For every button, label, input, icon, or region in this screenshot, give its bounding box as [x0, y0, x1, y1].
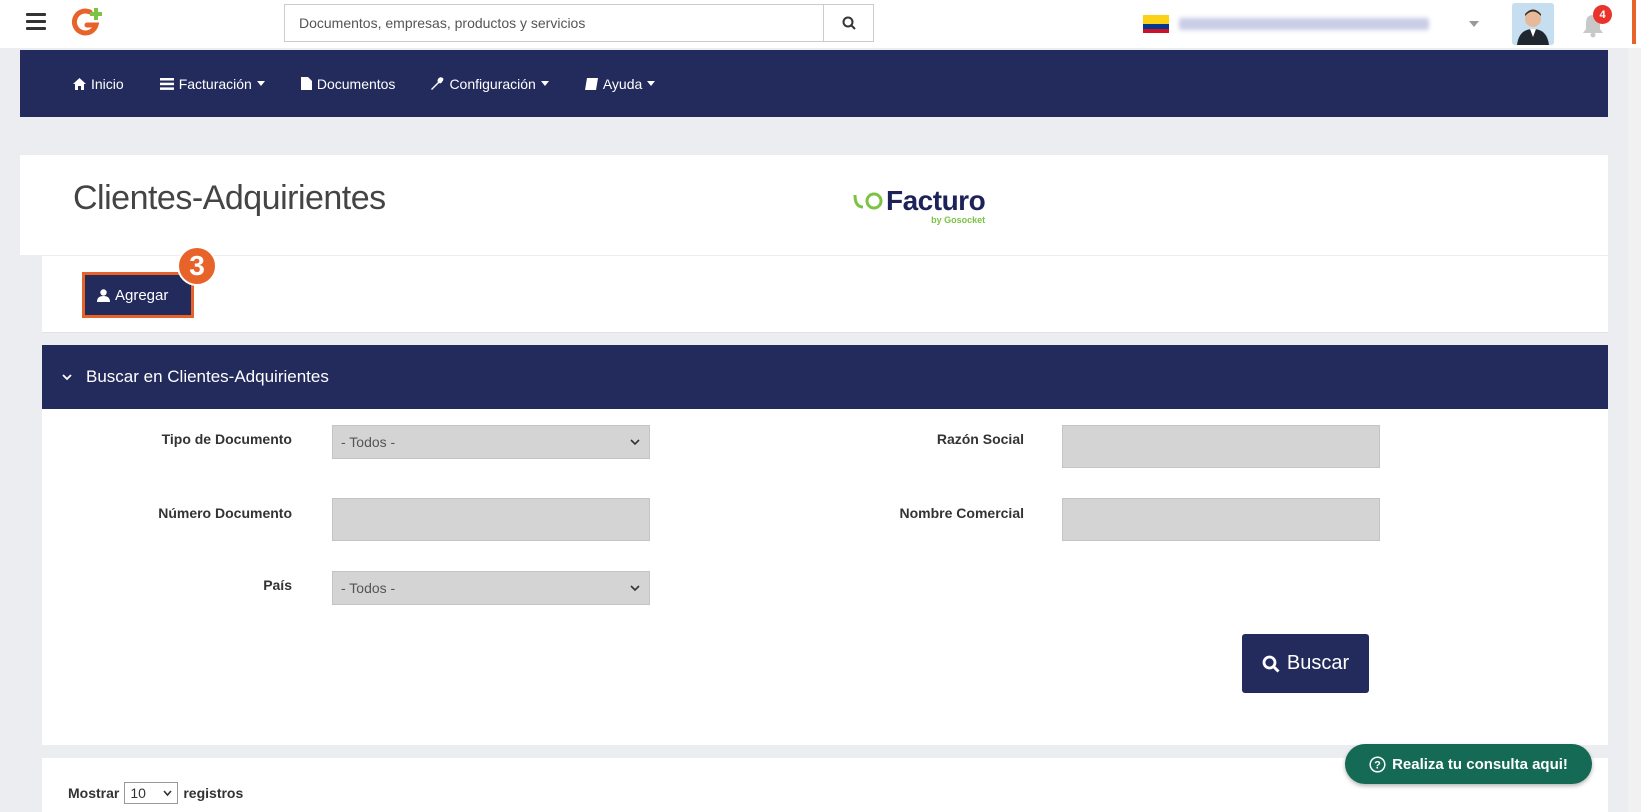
colombia-flag-icon: [1143, 15, 1169, 33]
top-bar: 4: [0, 0, 1641, 48]
nav-item-documentos[interactable]: Documentos: [300, 75, 396, 92]
svg-text:?: ?: [1374, 759, 1381, 771]
pais-label: País: [263, 577, 292, 593]
chevron-down-icon: [1469, 21, 1479, 27]
page-header: Clientes-Adquirientes Facturo by Gosocke…: [20, 155, 1608, 255]
user-icon: [97, 288, 110, 302]
chevron-down-icon: [62, 373, 72, 380]
company-selector[interactable]: [1143, 6, 1503, 42]
numero-documento-input[interactable]: [332, 498, 650, 541]
pais-select[interactable]: - Todos -: [332, 571, 650, 605]
page-length-select[interactable]: 10: [124, 782, 179, 804]
edge-accent: [1632, 0, 1636, 44]
main-navbar: Inicio Facturación Documentos Configurac…: [20, 50, 1608, 117]
file-icon: [300, 77, 312, 90]
add-button-label: Agregar: [115, 286, 169, 304]
chevron-down-icon: [630, 585, 640, 592]
notification-count-badge: 4: [1593, 5, 1612, 24]
facturo-logo: Facturo by Gosocket: [852, 185, 986, 225]
numero-documento-label: Número Documento: [158, 505, 292, 521]
search-panel: Buscar en Clientes-Adquirientes Tipo de …: [42, 345, 1608, 745]
search-icon: [1262, 655, 1280, 673]
search-button[interactable]: [823, 5, 873, 41]
caret-down-icon: [256, 81, 265, 86]
book-icon: [584, 77, 598, 90]
chevron-down-icon: [630, 439, 640, 446]
facturo-mark-icon: [853, 192, 883, 210]
razon-social-label: Razón Social: [936, 431, 1024, 447]
page-length-value: 10: [130, 785, 146, 801]
nombre-comercial-label: Nombre Comercial: [899, 505, 1024, 521]
nav-item-facturacion[interactable]: Facturación: [159, 75, 265, 92]
nav-label: Facturación: [178, 75, 252, 92]
nav-label: Documentos: [316, 75, 396, 92]
search-input[interactable]: [285, 5, 823, 41]
list-icon: [159, 77, 174, 90]
search-panel-title: Buscar en Clientes-Adquirientes: [86, 367, 329, 386]
nav-label: Inicio: [91, 75, 124, 92]
chevron-down-icon: [163, 790, 172, 797]
search-icon: [842, 16, 856, 30]
tipo-documento-select[interactable]: - Todos -: [332, 425, 650, 459]
nav-label: Configuración: [449, 75, 536, 92]
razon-social-input[interactable]: [1062, 425, 1380, 468]
nav-item-configuracion[interactable]: Configuración: [431, 75, 549, 92]
brand-name: Facturo: [886, 185, 986, 216]
hamburger-menu-icon[interactable]: [26, 13, 46, 30]
gosocket-logo[interactable]: [70, 6, 106, 38]
wrench-icon: [431, 77, 444, 90]
page-title: Clientes-Adquirientes: [73, 179, 386, 217]
home-icon: [73, 77, 86, 90]
pais-value: - Todos -: [341, 580, 396, 596]
search-submit-button[interactable]: Buscar: [1242, 634, 1369, 693]
help-label: Realiza tu consulta aqui!: [1392, 755, 1568, 773]
caret-down-icon: [647, 81, 656, 86]
nav-item-inicio[interactable]: Inicio: [73, 76, 124, 92]
nav-label: Ayuda: [602, 75, 643, 92]
company-name-redacted: [1179, 18, 1429, 30]
help-chat-button[interactable]: ? Realiza tu consulta aqui!: [1345, 744, 1592, 784]
caret-down-icon: [540, 81, 549, 86]
add-client-button[interactable]: Agregar: [82, 272, 194, 318]
records-label: registros: [183, 785, 244, 801]
search-submit-label: Buscar: [1286, 652, 1350, 674]
nombre-comercial-input[interactable]: [1062, 498, 1380, 541]
step-number-badge: 3: [177, 246, 217, 286]
search-panel-header[interactable]: Buscar en Clientes-Adquirientes: [42, 345, 1608, 409]
global-search: [284, 4, 874, 42]
question-circle-icon: ?: [1369, 755, 1386, 773]
show-label: Mostrar: [68, 785, 120, 801]
nav-item-ayuda[interactable]: Ayuda: [584, 75, 656, 92]
tipo-documento-value: - Todos -: [341, 434, 396, 450]
actions-toolbar: Agregar: [42, 256, 1608, 333]
user-avatar[interactable]: [1512, 3, 1554, 45]
tipo-documento-label: Tipo de Documento: [161, 431, 292, 447]
page-length-control: Mostrar 10 registros: [68, 782, 243, 804]
page-scrollbar[interactable]: [1628, 48, 1641, 812]
